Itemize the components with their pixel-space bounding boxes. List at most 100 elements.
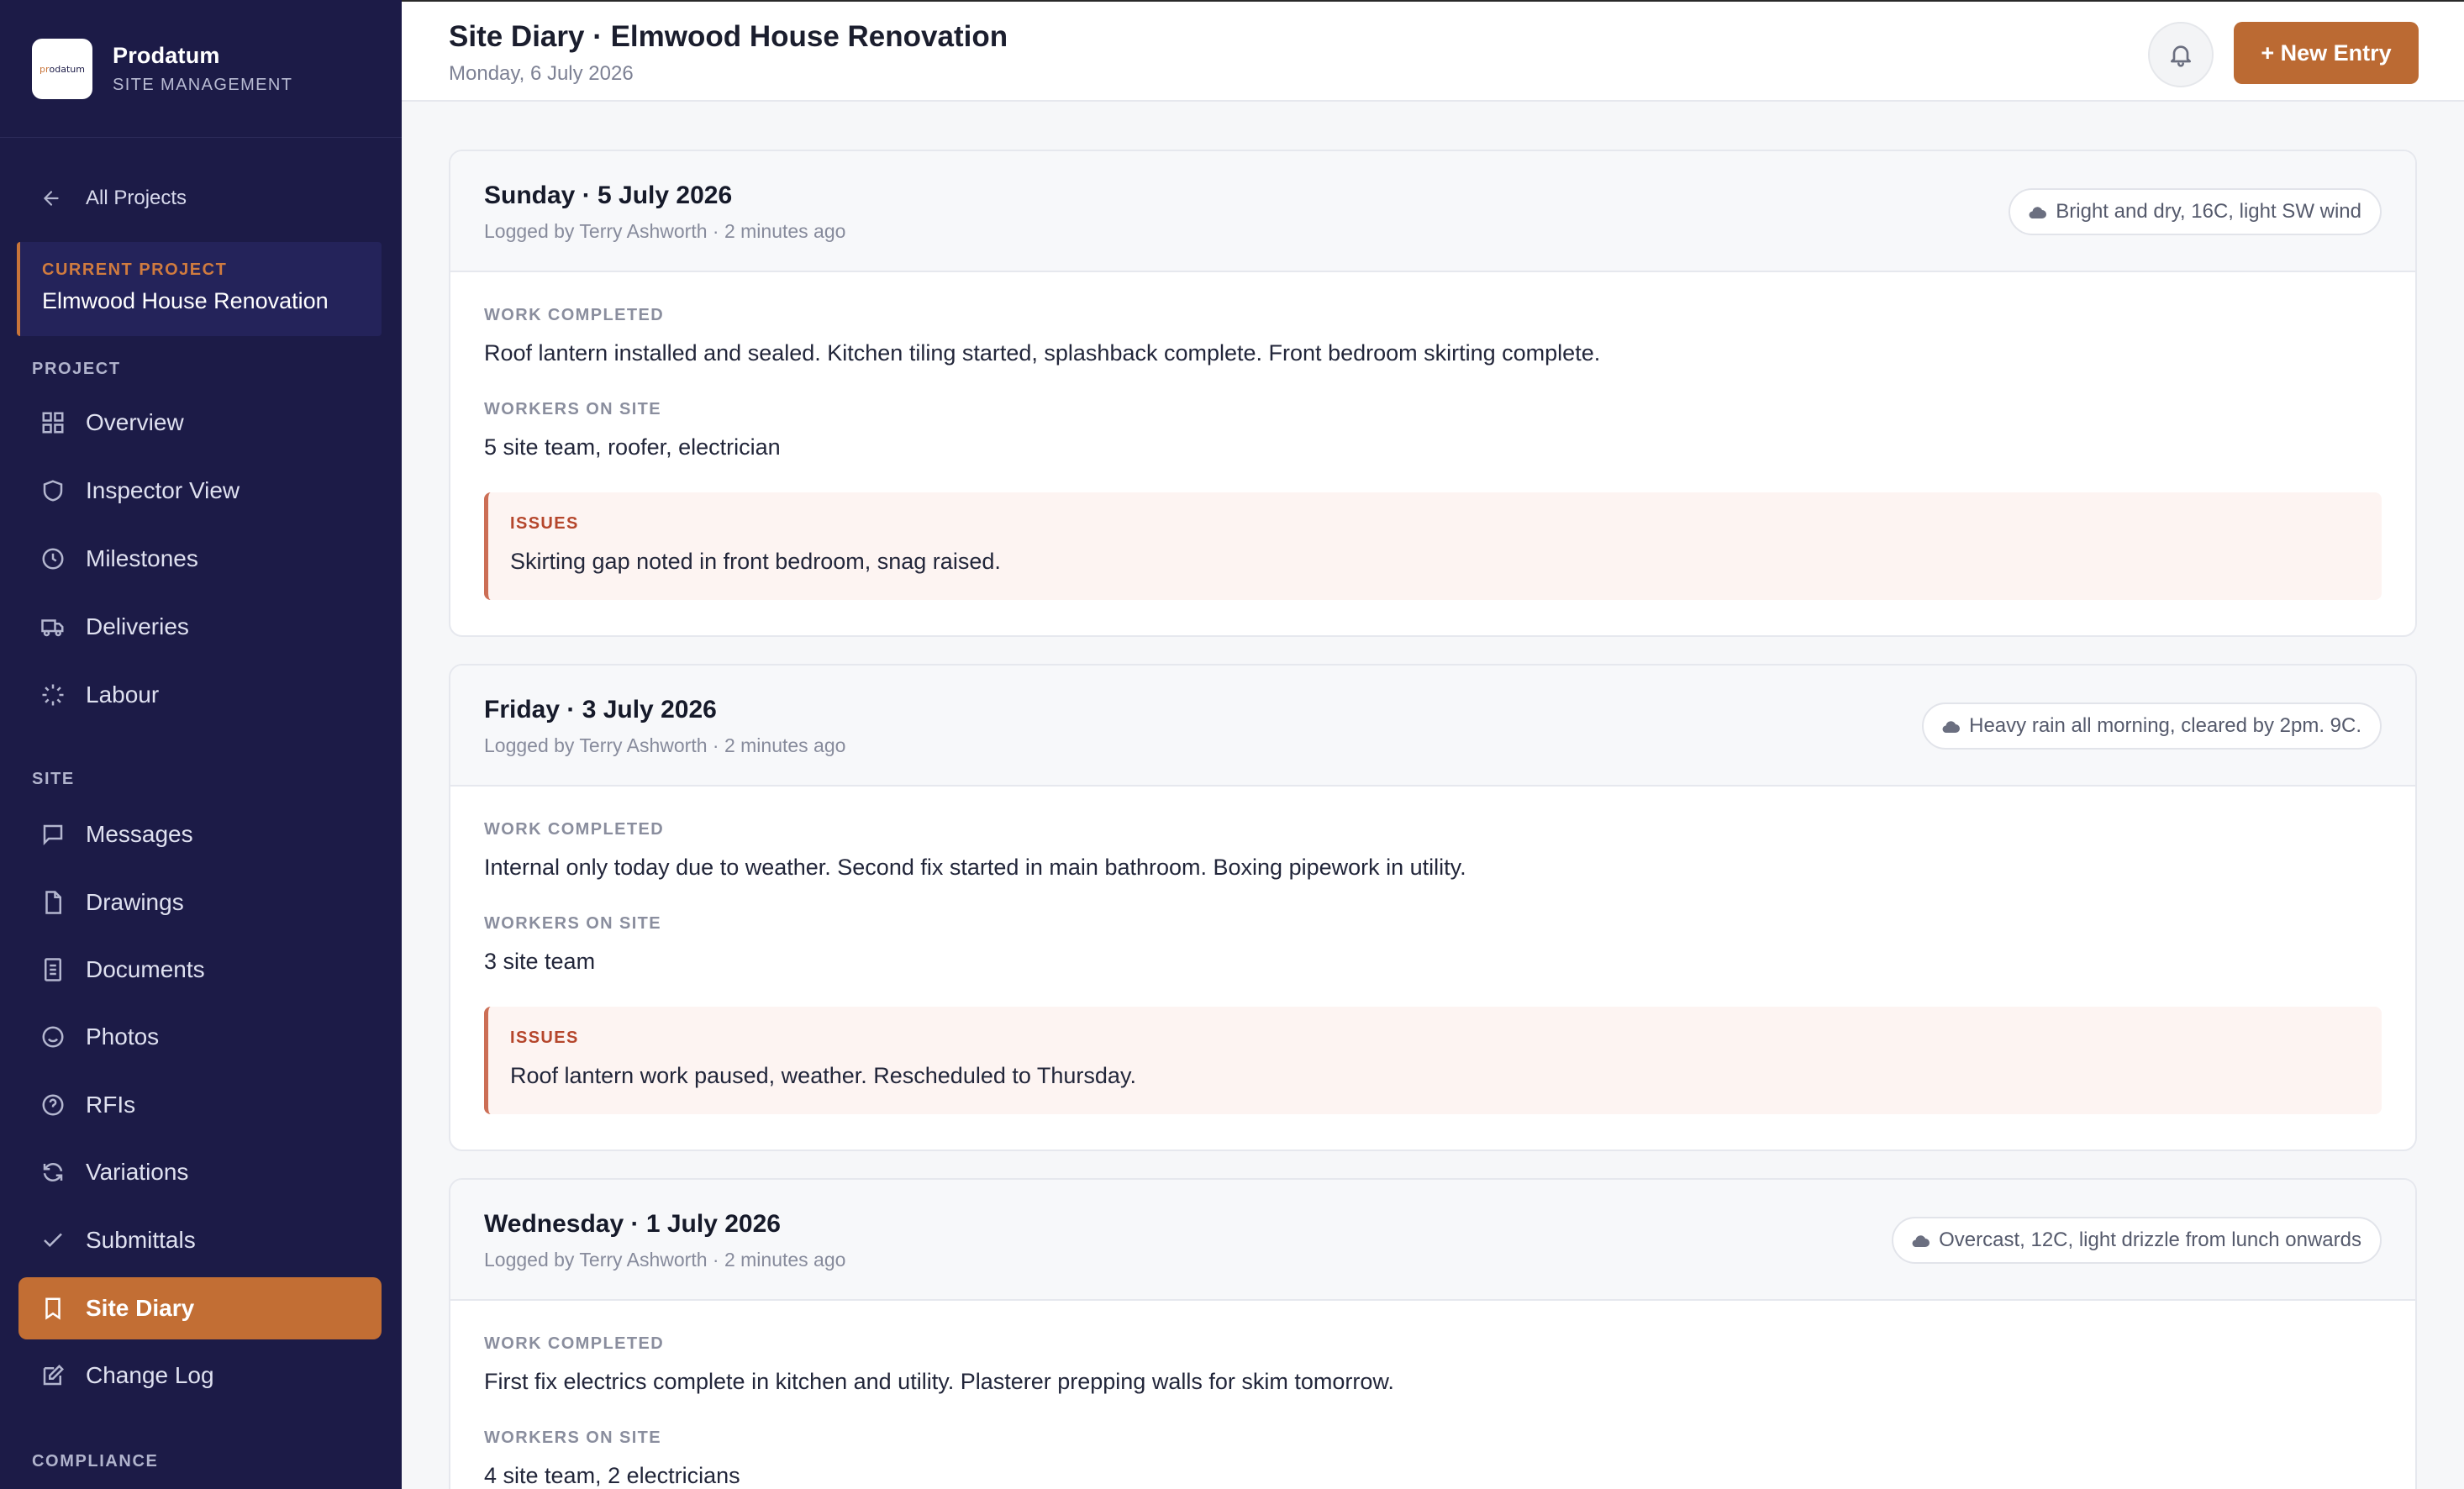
current-project-name: Elmwood House Renovation — [42, 288, 329, 313]
section-label-project: PROJECT — [32, 360, 121, 378]
current-project-card[interactable]: CURRENT PROJECT Elmwood House Renovation — [17, 242, 382, 336]
entry-header: Wednesday · 1 July 2026 Logged by Terry … — [450, 1180, 2415, 1301]
nav-item-label: Submittals — [86, 1227, 196, 1253]
nav-item-deliveries[interactable]: Deliveries — [18, 596, 382, 658]
entry-header: Friday · 3 July 2026 Logged by Terry Ash… — [450, 666, 2415, 787]
current-project-label: CURRENT PROJECT — [42, 260, 228, 279]
weather-pill: Bright and dry, 16C, light SW wind — [2009, 188, 2382, 235]
nav-item-rfis[interactable]: RFIs — [18, 1074, 382, 1136]
issues-text: Skirting gap noted in front bedroom, sna… — [510, 549, 1001, 574]
workers-label: WORKERS ON SITE — [484, 400, 662, 418]
brand-subtitle: SITE MANAGEMENT — [113, 76, 293, 94]
workers-text: 4 site team, 2 electricians — [484, 1463, 740, 1488]
entry-meta: Logged by Terry Ashworth · 2 minutes ago — [484, 734, 846, 756]
nav-item-label: Change Log — [86, 1362, 214, 1388]
document-icon — [45, 958, 61, 981]
entry-header: Sunday · 5 July 2026 Logged by Terry Ash… — [450, 151, 2415, 272]
brand-logo: pr odatum — [32, 39, 92, 99]
issues-label: ISSUES — [510, 1029, 579, 1047]
spinner-icon — [42, 684, 64, 706]
brand-name: Prodatum — [113, 43, 220, 68]
weather-pill: Overcast, 12C, light drizzle from lunch … — [1892, 1217, 2382, 1264]
nav-item-milestones[interactable]: Milestones — [18, 528, 382, 590]
workers-label: WORKERS ON SITE — [484, 1428, 662, 1447]
work-completed-text: Roof lantern installed and sealed. Kitch… — [484, 340, 1601, 366]
grid-icon — [42, 412, 64, 434]
help-circle-icon — [42, 1094, 64, 1116]
nav-item-drawings[interactable]: Drawings — [18, 871, 382, 934]
chat-icon — [43, 824, 63, 846]
bell-icon — [2171, 45, 2191, 67]
section-label-site: SITE — [32, 770, 75, 788]
section-label-compliance: COMPLIANCE — [32, 1452, 159, 1471]
weather-text: Bright and dry, 16C, light SW wind — [2056, 200, 2361, 223]
smile-icon — [42, 1026, 64, 1048]
truck-icon — [41, 619, 64, 637]
edit-icon — [43, 1364, 65, 1386]
diary-entry: Wednesday · 1 July 2026 Logged by Terry … — [449, 1178, 2417, 1489]
new-entry-button[interactable]: + New Entry — [2234, 22, 2419, 84]
workers-text: 5 site team, roofer, electrician — [484, 434, 781, 460]
notifications-button[interactable] — [2148, 22, 2214, 87]
all-projects-label: All Projects — [86, 187, 187, 209]
shield-icon — [43, 480, 63, 502]
nav-item-label: Deliveries — [86, 613, 189, 639]
nav-item-variations[interactable]: Variations — [18, 1141, 382, 1203]
nav-item-label: Drawings — [86, 889, 184, 915]
work-completed-label: WORK COMPLETED — [484, 1334, 665, 1353]
entry-meta: Logged by Terry Ashworth · 2 minutes ago — [484, 1249, 846, 1271]
cloud-icon — [2029, 207, 2047, 218]
cloud-icon — [1942, 721, 1961, 733]
nav-item-documents[interactable]: Documents — [18, 939, 382, 1001]
nav-item-inspector-view[interactable]: Inspector View — [18, 460, 382, 522]
weather-text: Overcast, 12C, light drizzle from lunch … — [1939, 1229, 2361, 1251]
arrow-left-icon — [44, 191, 59, 206]
page-title: Site Diary · Elmwood House Renovation — [449, 20, 1008, 53]
issues-label: ISSUES — [510, 514, 579, 533]
work-completed-label: WORK COMPLETED — [484, 820, 665, 839]
nav-item-submittals[interactable]: Submittals — [18, 1209, 382, 1271]
nav-item-label: Site Diary — [86, 1295, 195, 1321]
issues-text: Roof lantern work paused, weather. Resch… — [510, 1063, 1136, 1088]
work-completed-text: Internal only today due to weather. Seco… — [484, 855, 1466, 880]
file-icon — [45, 891, 61, 914]
work-completed-text: First fix electrics complete in kitchen … — [484, 1369, 1394, 1394]
weather-pill: Heavy rain all morning, cleared by 2pm. … — [1922, 702, 2382, 750]
page-header: Site Diary · Elmwood House Renovation Mo… — [402, 0, 2464, 102]
entry-meta: Logged by Terry Ashworth · 2 minutes ago — [484, 220, 846, 242]
entry-date: Sunday · 5 July 2026 — [484, 182, 733, 209]
nav-item-labour[interactable]: Labour — [18, 664, 382, 726]
work-completed-label: WORK COMPLETED — [484, 306, 665, 324]
nav-item-label: Labour — [86, 681, 160, 708]
all-projects-link[interactable]: All Projects — [40, 182, 187, 215]
nav-item-label: Documents — [86, 956, 205, 982]
nav-item-overview[interactable]: Overview — [18, 392, 382, 454]
refresh-icon — [43, 1163, 63, 1181]
nav-item-photos[interactable]: Photos — [18, 1006, 382, 1068]
weather-text: Heavy rain all morning, cleared by 2pm. … — [1969, 714, 2361, 737]
nav-item-label: Messages — [86, 821, 193, 847]
workers-text: 3 site team — [484, 949, 596, 974]
clock-icon — [42, 548, 64, 570]
diary-entry: Friday · 3 July 2026 Logged by Terry Ash… — [449, 664, 2417, 1151]
sidebar: pr odatum Prodatum SITE MANAGEMENT All Pr… — [0, 0, 402, 1489]
nav-item-change-log[interactable]: Change Log — [18, 1344, 382, 1407]
entry-date: Friday · 3 July 2026 — [484, 696, 717, 723]
issues-box: ISSUES Skirting gap noted in front bedro… — [484, 492, 2382, 600]
nav-item-label: Overview — [86, 409, 184, 435]
workers-label: WORKERS ON SITE — [484, 914, 662, 933]
nav-item-label: Inspector View — [86, 477, 240, 503]
cloud-icon — [1912, 1235, 1930, 1247]
sidebar-divider — [0, 137, 402, 138]
nav-item-site-diary[interactable]: Site Diary — [18, 1277, 382, 1339]
issues-box: ISSUES Roof lantern work paused, weather… — [484, 1007, 2382, 1114]
nav-item-label: RFIs — [86, 1092, 136, 1118]
page-date: Monday, 6 July 2026 — [449, 62, 634, 85]
nav-item-label: Variations — [86, 1159, 189, 1185]
entry-date: Wednesday · 1 July 2026 — [484, 1210, 781, 1238]
nav-item-label: Milestones — [86, 545, 198, 571]
bookmark-icon — [45, 1297, 61, 1320]
brand[interactable]: pr odatum Prodatum SITE MANAGEMENT — [32, 39, 292, 99]
nav-item-messages[interactable]: Messages — [18, 803, 382, 866]
check-icon — [44, 1233, 62, 1248]
